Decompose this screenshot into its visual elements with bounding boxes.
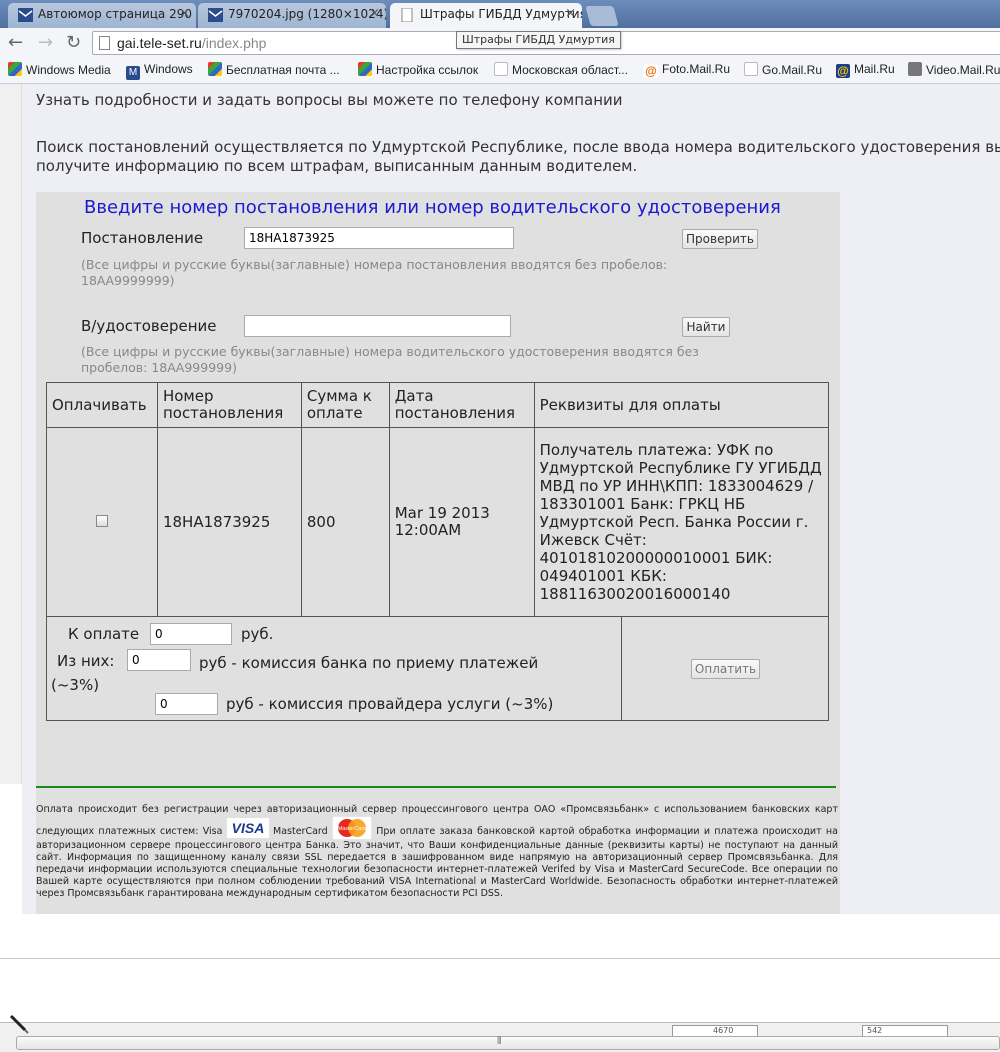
tab-title: Автоюмор страница 290 (38, 7, 192, 21)
total-currency: руб. (241, 625, 274, 643)
scrollbar-grip-icon: ⦀ (497, 1036, 502, 1047)
license-input[interactable] (244, 315, 511, 337)
back-arrow-icon[interactable]: ← (8, 32, 23, 53)
bookmark-free-mail[interactable]: Бесплатная почта ... (208, 62, 340, 77)
tab-title: Штрафы ГИБДД Удмуртия (420, 7, 582, 21)
blank-page-icon (401, 8, 413, 22)
find-button[interactable]: Найти (682, 317, 730, 337)
bookmark-moscow-region[interactable]: Московская област... (494, 62, 628, 77)
bank-fee-label: руб - комиссия банка по приему платежей … (51, 654, 539, 694)
blank-page-icon (744, 62, 758, 76)
tab-title: 7970204.jpg (1280×1024) (228, 7, 386, 21)
tab-strip: Автоюмор страница 290 × 7970204.jpg (128… (0, 0, 1000, 28)
pay-button[interactable]: Оплатить (691, 659, 760, 679)
decree-input[interactable] (244, 227, 514, 249)
svg-text:MasterCard: MasterCard (338, 826, 368, 832)
page-bottom-rule (0, 958, 1000, 959)
legal-text-part2: MasterCard (273, 826, 328, 837)
column-header-pay: Оплачивать (46, 382, 158, 428)
decree-label: Постановление (81, 229, 204, 247)
blank-page-icon (494, 62, 508, 76)
license-hint: (Все цифры и русские буквы(заглавные) но… (81, 344, 699, 375)
mail-m-icon: M (126, 66, 140, 80)
mail-envelope-icon (18, 8, 33, 22)
bookmark-windows[interactable]: M Windows (126, 62, 193, 80)
close-icon[interactable]: × (369, 6, 380, 21)
page-icon (99, 36, 110, 50)
column-header-date: Дата постановления (388, 382, 535, 428)
url-text: gai.tele-set.ru/index.php (117, 35, 267, 51)
column-header-number: Номер постановления (156, 382, 302, 428)
bookmark-go-mail[interactable]: Go.Mail.Ru (744, 62, 822, 77)
mail-at-icon: @ (836, 64, 850, 78)
total-label: К оплате (68, 625, 140, 643)
pen-tool-icon (9, 1014, 29, 1034)
browser-tab-3[interactable]: Штрафы ГИБДД Удмуртия × (390, 3, 582, 28)
number-cell: 18НА1873925 (156, 427, 302, 617)
visa-logo: VISA (226, 818, 269, 838)
requisites-cell: Получатель платежа: УФК по Удмуртской Ре… (533, 427, 830, 617)
mail-envelope-icon (208, 8, 223, 22)
bookmark-mail-ru[interactable]: @ Mail.Ru (836, 62, 895, 78)
windows-flag-icon (8, 62, 22, 76)
pay-cell (46, 427, 158, 617)
tab-tooltip: Штрафы ГИБДД Удмуртия (456, 31, 621, 49)
green-separator (36, 786, 836, 788)
bookmarks-bar: Windows Media M Windows Бесплатная почта … (0, 58, 1000, 84)
new-tab-button[interactable] (585, 6, 619, 26)
reload-icon[interactable]: ↻ (66, 32, 81, 53)
pay-checkbox[interactable] (95, 515, 108, 527)
decree-hint: (Все цифры и русские буквы(заглавные) но… (81, 257, 668, 288)
mail-at-icon: @ (644, 64, 658, 78)
column-header-amount: Сумма к оплате (300, 382, 390, 428)
svg-text:VISA: VISA (231, 820, 264, 836)
column-header-requisites: Реквизиты для оплаты (533, 382, 830, 428)
payment-box-divider (621, 616, 622, 721)
close-icon[interactable]: × (565, 6, 576, 21)
forward-arrow-icon[interactable]: → (38, 32, 53, 53)
table-header-row: Оплачивать Номер постановления Сумма к о… (46, 382, 830, 428)
date-cell: Mar 19 2013 12:00AM (388, 427, 535, 617)
video-icon (908, 62, 922, 76)
total-input[interactable] (150, 623, 232, 645)
page-left-margin (0, 84, 22, 784)
windows-flag-icon (358, 62, 372, 76)
bookmark-foto-mail[interactable]: @ Foto.Mail.Ru (644, 62, 730, 78)
close-icon[interactable]: × (179, 6, 190, 21)
mastercard-logo: MasterCard (331, 816, 372, 840)
table-row: 18НА1873925 800 Mar 19 2013 12:00AM Полу… (46, 427, 830, 617)
fines-table: Оплачивать Номер постановления Сумма к о… (46, 382, 830, 617)
horizontal-scrollbar[interactable]: ⦀ (16, 1036, 1000, 1050)
license-label: В/удостоверение (81, 317, 217, 335)
amount-cell: 800 (300, 427, 390, 617)
intro-phone-text: Узнать подробности и задать вопросы вы м… (36, 91, 623, 109)
legal-notice: Оплата происходит без регистрации через … (36, 804, 838, 900)
browser-tab-2[interactable]: 7970204.jpg (1280×1024) × (198, 3, 386, 28)
provider-fee-label: руб - комиссия провайдера услуги (~3%) (226, 695, 554, 713)
bookmark-video-mail[interactable]: Video.Mail.Ru (908, 62, 1000, 77)
intro-search-text: Поиск постановлений осуществляется по Уд… (36, 138, 1000, 175)
bookmark-windows-media[interactable]: Windows Media (8, 62, 111, 77)
check-button[interactable]: Проверить (682, 229, 758, 249)
bookmark-link-settings[interactable]: Настройка ссылок (358, 62, 478, 77)
search-panel-title: Введите номер постановления или номер во… (84, 197, 781, 218)
browser-tab-1[interactable]: Автоюмор страница 290 × (8, 3, 196, 28)
windows-flag-icon (208, 62, 222, 76)
provider-fee-input[interactable] (155, 693, 218, 715)
